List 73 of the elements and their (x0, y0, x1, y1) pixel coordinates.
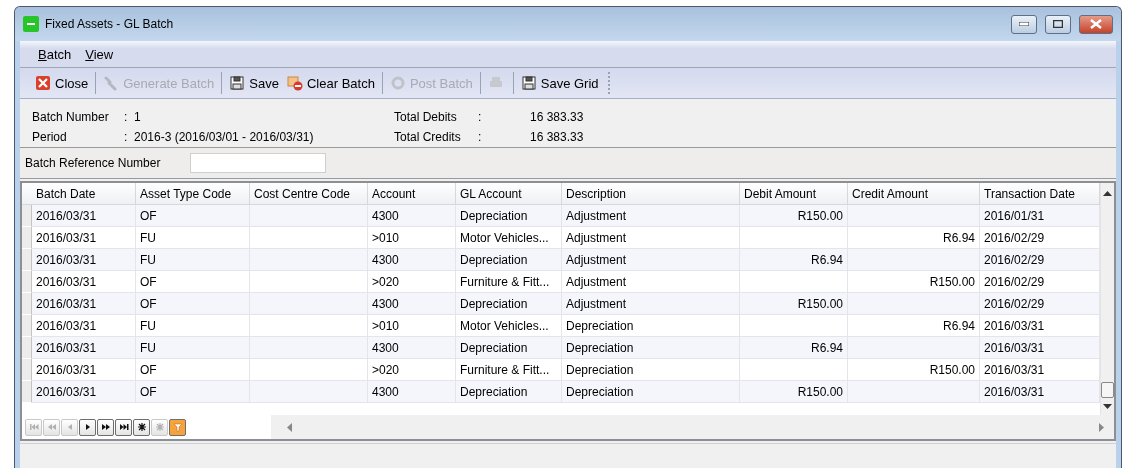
field-label: Total Debits (394, 110, 458, 126)
column-header[interactable]: Debit Amount (740, 183, 848, 204)
floppy-icon (229, 75, 246, 91)
horizontal-scrollbar[interactable] (271, 415, 1114, 439)
toolbar-button[interactable]: Save (226, 73, 282, 93)
maximize-button[interactable] (1045, 14, 1071, 34)
close-icon (35, 75, 51, 91)
column-header[interactable]: Asset Type Code (136, 183, 250, 204)
last-record-icon (118, 422, 129, 432)
field-label: Period (32, 130, 68, 146)
maximize-icon (1053, 20, 1063, 28)
row-header[interactable] (22, 227, 32, 249)
row-header[interactable] (22, 381, 32, 403)
row-header[interactable] (22, 271, 32, 293)
field-separator: : (124, 110, 129, 126)
scroll-right-icon[interactable] (1099, 422, 1104, 432)
toolbar-button[interactable]: Save Grid (517, 73, 602, 93)
row-header[interactable] (22, 205, 32, 227)
table-cell: Depreciation (456, 381, 562, 403)
minimize-icon (1019, 22, 1029, 26)
menu-item[interactable]: Batch (38, 46, 72, 62)
input-field[interactable] (190, 153, 327, 173)
scroll-up-icon[interactable] (1103, 191, 1112, 196)
field-value: 2016-3 (2016/03/01 - 2016/03/31) (134, 130, 315, 146)
eraser-icon (286, 75, 303, 91)
column-header[interactable]: Credit Amount (848, 183, 980, 204)
table-cell: Depreciation (562, 381, 740, 403)
close-button[interactable] (1079, 14, 1113, 34)
close-icon (1090, 19, 1102, 29)
table-cell: OF (136, 381, 250, 403)
row-header[interactable] (22, 249, 32, 271)
column-header[interactable]: Cost Centre Code (250, 183, 368, 204)
scrollbar-thumb[interactable] (1101, 382, 1114, 398)
floppy-icon (520, 75, 537, 91)
new-record-icon (136, 422, 147, 432)
navigator-button[interactable] (115, 418, 132, 436)
column-header[interactable]: Batch Date (32, 183, 136, 204)
fast-back-icon (46, 422, 57, 432)
minimize-button[interactable] (1011, 14, 1037, 34)
column-header[interactable]: GL Account (456, 183, 562, 204)
new-record-icon (154, 422, 165, 432)
field-label: Batch Reference Number (25, 156, 161, 170)
filter-icon (172, 422, 183, 432)
fast-forward-icon (100, 422, 111, 432)
menu-item[interactable]: View (85, 46, 114, 62)
row-header[interactable] (22, 359, 32, 381)
field-separator: : (478, 130, 483, 146)
row-header[interactable] (22, 293, 32, 315)
navigator-button[interactable] (133, 418, 150, 436)
scroll-left-icon[interactable] (287, 422, 292, 432)
scroll-down-icon[interactable] (1103, 404, 1112, 409)
field-separator: : (124, 130, 129, 146)
first-record-icon (28, 422, 39, 432)
field-value: 16 383.33 (530, 110, 585, 126)
field-separator: : (478, 110, 483, 126)
column-header[interactable]: Description (562, 183, 740, 204)
field-value: 1 (134, 110, 142, 126)
field-label: Batch Number (32, 110, 110, 126)
field-value: 16 383.33 (530, 130, 585, 146)
toolbar-button[interactable]: Clear Batch (283, 73, 378, 93)
vertical-scrollbar[interactable] (1100, 183, 1114, 415)
row-header[interactable] (22, 315, 32, 337)
row-header[interactable] (22, 337, 32, 359)
table-cell: R150.00 (740, 381, 848, 403)
toolbar-button[interactable]: Close (32, 73, 92, 93)
field-label: Total Credits (394, 130, 462, 146)
table-cell: 4300 (368, 381, 456, 403)
column-header[interactable]: Account (368, 183, 456, 204)
app-logo-icon (23, 16, 39, 32)
window-title: Fixed Assets - GL Batch (45, 17, 175, 31)
table-cell: 2016/03/31 (32, 381, 136, 403)
navigator-button[interactable] (79, 418, 96, 436)
navigator-button[interactable] (97, 418, 114, 436)
